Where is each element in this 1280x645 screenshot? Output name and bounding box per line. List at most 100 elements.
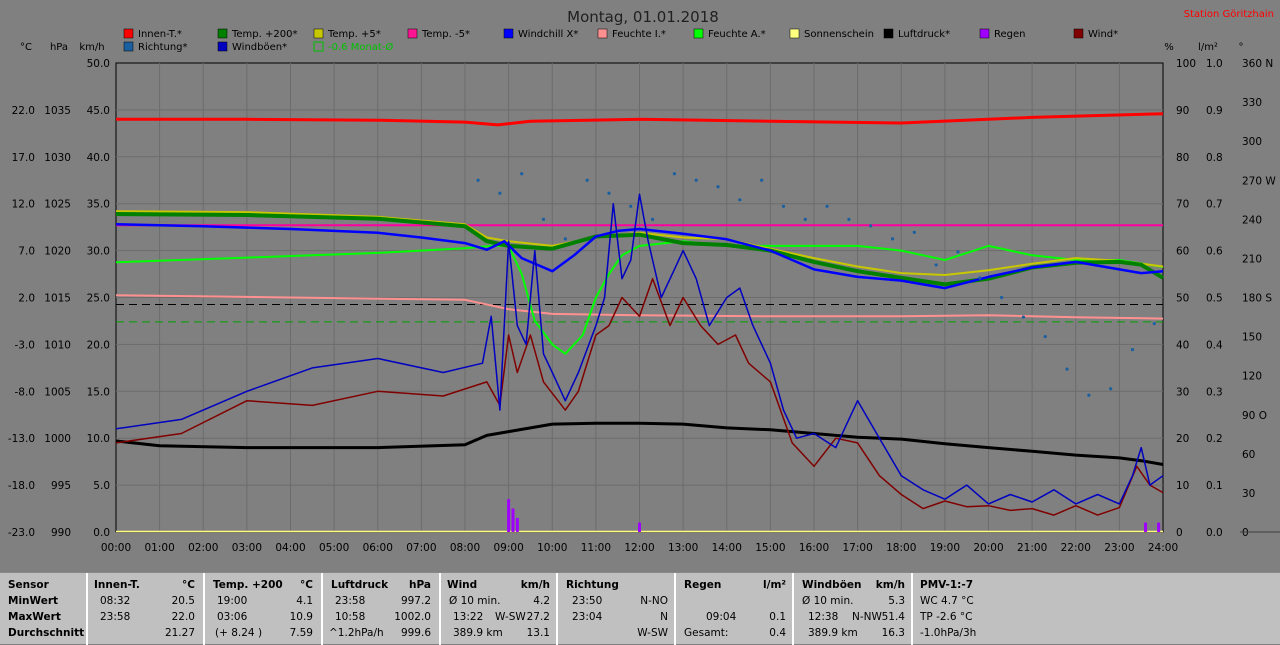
richtung-point <box>585 178 589 182</box>
celsius-tick-label: -18.0 <box>8 480 35 492</box>
avg-label: Durchschnitt <box>8 627 85 639</box>
richtung-point <box>498 191 502 195</box>
richtung-point <box>999 295 1004 300</box>
innen-min-time: 08:32 <box>100 595 131 607</box>
richtung-header: Richtung <box>566 579 619 591</box>
legend-swatch <box>883 28 894 39</box>
richtung-point <box>672 172 677 176</box>
x-tick-label: 02:00 <box>188 542 218 554</box>
regen-bar <box>638 522 641 532</box>
wind-distance: 389.9 km <box>453 627 503 639</box>
percent-tick-label: 80 <box>1176 152 1189 164</box>
kmh-tick-label: 0.0 <box>93 527 110 539</box>
windboeen-max-direction: N-NW <box>852 611 882 623</box>
richtung-max-time: 23:04 <box>572 611 603 623</box>
deg-tick-label: 270 W <box>1242 175 1276 187</box>
weather-chart: Montag, 01.01.2018 Station Göritzhain In… <box>0 0 1280 572</box>
x-tick-label: 12:00 <box>624 542 654 554</box>
celsius-tick-label: 2.0 <box>18 293 35 305</box>
celsius-tick-label: -8.0 <box>15 386 36 398</box>
percent-tick-label: 60 <box>1176 246 1189 258</box>
richtung-min-time: 23:50 <box>572 595 603 607</box>
windboeen-avg10-value: 5.3 <box>888 595 905 607</box>
percent-tick-label: 90 <box>1176 105 1189 117</box>
windboeen-header: Windböen <box>802 579 862 591</box>
percent-tick-label: 10 <box>1176 480 1189 492</box>
kmh-tick-label: 45.0 <box>87 105 110 117</box>
percent-tick-label: 100 <box>1176 58 1196 70</box>
richtung-point <box>869 224 873 228</box>
percent-tick-label: 70 <box>1176 199 1189 211</box>
legend-swatch <box>503 28 514 39</box>
deg-tick-label: 120 <box>1242 371 1262 383</box>
legend-label: Richtung* <box>138 42 188 53</box>
lm2-tick-label: 0.2 <box>1206 433 1223 445</box>
legend-swatch <box>217 41 228 52</box>
legend-swatch <box>1073 28 1084 39</box>
celsius-tick-label: 7.0 <box>18 246 35 258</box>
legend-swatch <box>123 41 134 52</box>
x-tick-label: 05:00 <box>319 542 349 554</box>
richtung-point <box>890 237 895 241</box>
x-tick-label: 06:00 <box>363 542 393 554</box>
richtung-point <box>1109 387 1113 391</box>
deg-tick-label: 360 N <box>1242 58 1273 70</box>
pmv-header: PMV-1:-7 <box>920 579 974 591</box>
x-tick-label: 04:00 <box>275 542 305 554</box>
innen-unit: °C <box>182 579 195 591</box>
hpa-tick-label: 1030 <box>44 152 71 164</box>
richtung-column: Richtung 23:50 N-NO 23:04 N W-SW <box>558 573 676 645</box>
richtung-point <box>825 204 829 208</box>
celsius-tick-label: 12.0 <box>12 199 35 211</box>
kmh-tick-label: 5.0 <box>93 480 110 492</box>
regen-header: Regen <box>684 579 722 591</box>
pmv-column: PMV-1:-7 WC 4.7 °C TP -2.6 °C -1.0hPa/3h <box>913 573 1003 645</box>
windboeen-avg10-label: Ø 10 min. <box>802 595 854 607</box>
x-tick-label: 00:00 <box>101 542 131 554</box>
station-name: Station Göritzhain <box>1184 9 1274 20</box>
x-tick-label: 03:00 <box>232 542 262 554</box>
chart-title: Montag, 01.01.2018 <box>567 8 719 26</box>
lm2-tick-label: 0.6 <box>1206 246 1223 258</box>
sensor-header: Sensor <box>8 579 49 591</box>
legend-label: Wind* <box>1088 29 1118 40</box>
wind-unit: km/h <box>520 579 550 591</box>
richtung-point <box>1021 315 1025 319</box>
luftdruck-column: Luftdruck hPa 23:58 997.2 10:58 1002.0 ^… <box>323 573 441 645</box>
stats-footer: Sensor MinWert MaxWert Durchschnitt Inne… <box>0 572 1280 645</box>
luftdruck-min-time: 23:58 <box>335 595 366 607</box>
min-label: MinWert <box>8 595 59 607</box>
x-tick-label: 19:00 <box>930 542 960 554</box>
legend-swatch <box>313 28 324 39</box>
wind-avg10-value: 4.2 <box>533 595 550 607</box>
legend-label: Windchill X* <box>518 29 578 40</box>
deg-tick-label: 210 <box>1242 253 1262 265</box>
x-tick-label: 23:00 <box>1104 542 1134 554</box>
legend-swatch <box>217 28 228 39</box>
legend-label: Luftdruck* <box>898 29 950 40</box>
max-label: MaxWert <box>8 611 61 623</box>
innen-max-value: 22.0 <box>171 611 195 623</box>
richtung-point <box>716 185 720 189</box>
legend-label: Sonnenschein <box>804 29 874 40</box>
temp200-max-value: 10.9 <box>289 611 313 623</box>
richtung-point <box>694 178 698 182</box>
x-tick-label: 21:00 <box>1017 542 1047 554</box>
percent-tick-label: 0 <box>1176 527 1183 539</box>
luftdruck-header: Luftdruck <box>331 579 389 591</box>
percent-tick-label: 50 <box>1176 293 1189 305</box>
percent-tick-label: 40 <box>1176 339 1189 351</box>
legend-label: Feuchte A.* <box>708 29 766 40</box>
kmh-tick-label: 35.0 <box>87 199 110 211</box>
legend-swatch <box>407 28 418 39</box>
hpa-tick-label: 1020 <box>44 246 71 258</box>
celsius-axis-header: °C <box>20 42 32 53</box>
regen-max-value: 0.1 <box>769 611 786 623</box>
lm2-tick-label: 0.5 <box>1206 293 1223 305</box>
innen-min-value: 20.5 <box>171 595 195 607</box>
deg-axis-header: ° <box>1239 42 1244 53</box>
richtung-point <box>738 198 742 202</box>
hpa-tick-label: 1015 <box>44 293 71 305</box>
x-tick-label: 22:00 <box>1061 542 1091 554</box>
wind-max-direction: W-SW <box>495 611 526 623</box>
